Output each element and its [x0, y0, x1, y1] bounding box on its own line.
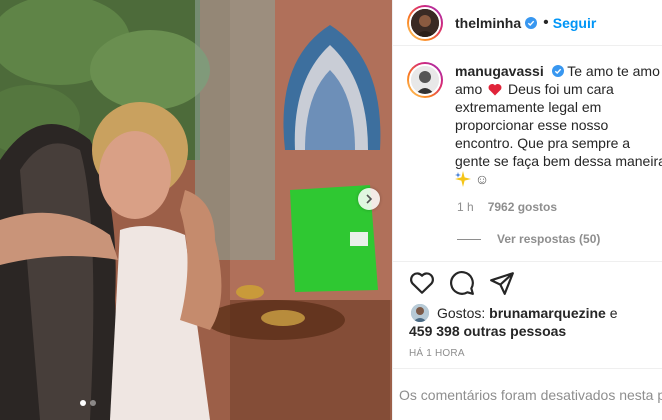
comment-time: 1 h	[457, 200, 474, 214]
comment-text-line: gente se faça bem dessa maneira	[455, 153, 662, 169]
liker-username[interactable]: brunamarquezine	[489, 305, 606, 321]
post-side-panel: thelminha • Seguir manugavassi Te amo te…	[392, 0, 662, 420]
header-separator: •	[543, 13, 549, 31]
comment-author[interactable]: manugavassi	[455, 63, 544, 79]
photo-illustration	[0, 0, 392, 420]
carousel-next-button[interactable]	[358, 188, 380, 210]
comment-likes[interactable]: 7962 gostos	[488, 200, 557, 214]
post-timestamp[interactable]: HÁ 1 HORA	[393, 340, 662, 359]
follow-button[interactable]: Seguir	[553, 15, 597, 31]
like-heart-icon[interactable]	[409, 270, 435, 296]
comment-text-line: encontro. Que pra sempre a	[455, 135, 631, 151]
commenter-avatar[interactable]	[407, 62, 443, 98]
other-likers-count[interactable]: 459 398 outras pessoas	[409, 323, 566, 339]
likes-summary: Gostos: brunamarquezine e	[393, 296, 662, 322]
chevron-right-icon	[366, 194, 373, 204]
comment-text-line: extremamente legal em	[455, 99, 602, 115]
likes-connector: e	[609, 305, 618, 321]
comment-text-part1: Te amo te amo te	[567, 63, 662, 79]
carousel-dot	[90, 400, 96, 406]
post-header: thelminha • Seguir	[393, 0, 662, 46]
replies-divider	[457, 238, 481, 240]
sparkles-emoji-icon	[455, 171, 471, 187]
author-avatar[interactable]	[407, 4, 443, 41]
caption-comment: manugavassi Te amo te amo te amo Deus fo…	[393, 46, 662, 188]
carousel-dots	[80, 400, 96, 406]
liker-avatar-image	[411, 304, 429, 322]
verified-badge-icon	[551, 65, 564, 77]
comment-bubble-icon[interactable]	[449, 270, 475, 296]
carousel-dot-active	[80, 400, 86, 406]
action-bar	[393, 262, 662, 296]
view-replies-button[interactable]: Ver respostas (50)	[457, 232, 662, 246]
author-avatar-image	[411, 8, 439, 37]
author-username[interactable]: thelminha	[455, 15, 521, 31]
commenter-avatar-image	[411, 66, 439, 94]
comment-body: manugavassi Te amo te amo te amo Deus fo…	[455, 62, 662, 188]
post-actions-area: Gostos: brunamarquezine e 459 398 outras…	[393, 261, 662, 359]
comment-meta: 1 h 7962 gostos	[457, 200, 662, 214]
verified-badge-icon	[525, 16, 538, 29]
liker-avatar[interactable]	[411, 304, 429, 322]
comment-text-line: proporcionar esse nosso	[455, 117, 609, 133]
share-paper-plane-icon[interactable]	[489, 270, 515, 296]
comment-text-part2: amo	[455, 81, 483, 97]
comment-emoji-tail: ☺	[474, 171, 490, 187]
post-photo[interactable]	[0, 0, 392, 420]
comments-disabled-notice: Os comentários foram desativados nesta p…	[393, 368, 662, 420]
red-heart-emoji-icon	[488, 84, 502, 96]
view-replies-label: Ver respostas (50)	[497, 232, 601, 246]
likes-prefix: Gostos:	[437, 305, 486, 321]
comment-text-part3: Deus foi um cara	[508, 81, 614, 97]
